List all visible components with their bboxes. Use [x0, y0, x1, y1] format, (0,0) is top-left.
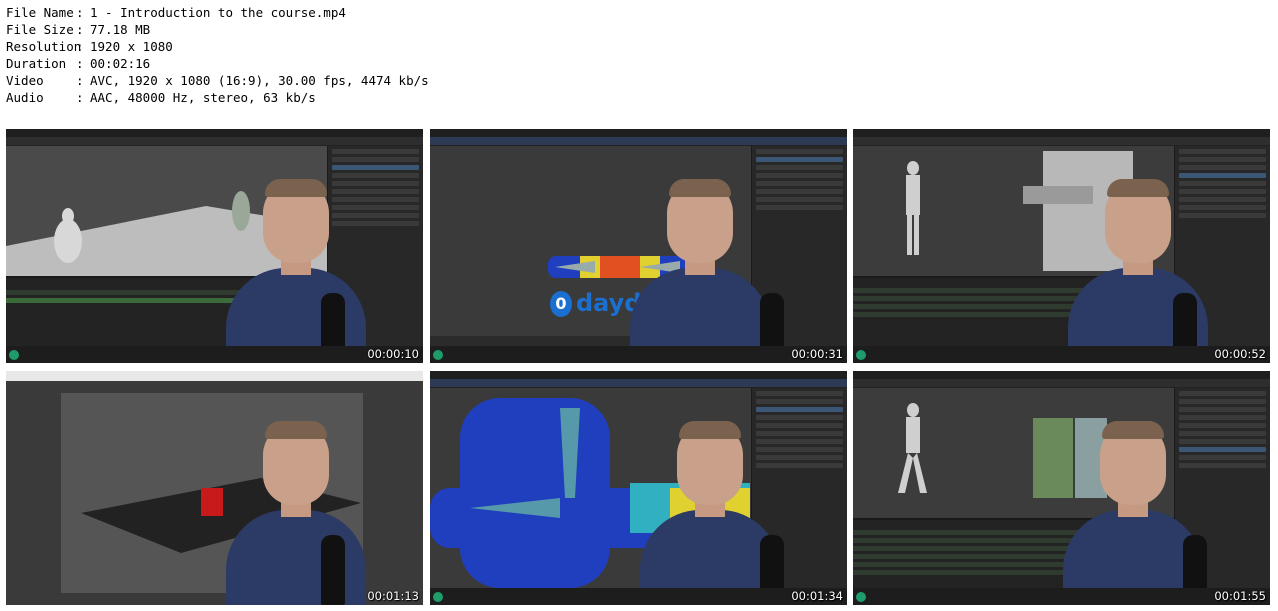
blender-menu-bar — [6, 129, 423, 137]
blender-status-bar — [430, 588, 847, 605]
blender-menu-bar — [430, 129, 847, 137]
info-value: AAC, 48000 Hz, stereo, 63 kb/s — [90, 90, 316, 105]
info-value: 00:02:16 — [90, 56, 151, 71]
microphone — [321, 535, 345, 605]
info-row-file-name: File Name:1 - Introduction to the course… — [6, 4, 429, 21]
info-separator: : — [76, 22, 84, 37]
thumbnail-timestamp: 00:01:34 — [791, 589, 843, 603]
info-row-duration: Duration:00:02:16 — [6, 55, 429, 72]
info-value: 1920 x 1080 — [90, 39, 173, 54]
info-key: Audio — [6, 90, 44, 105]
info-separator: : — [76, 5, 84, 20]
blender-header — [430, 379, 847, 388]
video-thumbnail-2[interactable]: 0daydown.com 00:00:31 — [430, 129, 847, 363]
blender-logo-icon — [9, 350, 19, 360]
thumbnail-timestamp: 00:01:55 — [1214, 589, 1266, 603]
blender-header — [853, 379, 1270, 388]
thumbnail-timestamp: 00:01:13 — [367, 589, 419, 603]
presenter — [221, 395, 371, 605]
video-thumbnail-3[interactable]: 00:00:52 — [853, 129, 1270, 363]
blender-logo-icon — [433, 350, 443, 360]
info-value: AVC, 1920 x 1080 (16:9), 30.00 fps, 4474… — [90, 73, 429, 88]
window-title-bar — [6, 371, 423, 381]
blender-logo-icon — [856, 592, 866, 602]
blender-status-bar — [6, 346, 423, 363]
blender-header — [853, 137, 1270, 146]
blender-menu-bar — [853, 371, 1270, 379]
info-row-audio: Audio: AAC, 48000 Hz, stereo, 63 kb/s — [6, 89, 429, 106]
info-value: 77.18 MB — [90, 22, 151, 37]
info-key: File Size — [6, 22, 74, 37]
info-separator: : — [76, 56, 84, 71]
info-row-resolution: Resolution:1920 x 1080 — [6, 38, 429, 55]
presenter — [625, 153, 775, 363]
blender-logo-icon — [433, 592, 443, 602]
blender-menu-bar — [853, 129, 1270, 137]
blender-status-bar — [853, 346, 1270, 363]
presenter — [221, 153, 371, 363]
info-key: Video — [6, 73, 44, 88]
info-row-video: Video: AVC, 1920 x 1080 (16:9), 30.00 fps… — [6, 72, 429, 89]
info-row-file-size: File Size:77.18 MB — [6, 21, 429, 38]
watermark-logo-icon: 0 — [550, 291, 572, 317]
info-key: Duration — [6, 56, 67, 71]
info-key: Resolution — [6, 39, 82, 54]
media-info-panel: File Name:1 - Introduction to the course… — [6, 4, 429, 106]
blender-menu-bar — [430, 371, 847, 379]
blender-status-bar — [430, 346, 847, 363]
video-thumbnail-4[interactable]: 00:01:13 — [6, 371, 423, 605]
blender-logo-icon — [856, 350, 866, 360]
blender-header — [430, 137, 847, 146]
info-separator: : — [76, 90, 84, 105]
info-separator: : — [76, 73, 84, 88]
blender-header — [6, 137, 423, 146]
blender-status-bar — [853, 588, 1270, 605]
video-thumbnail-5[interactable]: 00:01:34 — [430, 371, 847, 605]
info-separator: : — [76, 39, 84, 54]
video-thumbnail-1[interactable]: 00:00:10 — [6, 129, 423, 363]
thumbnail-timestamp: 00:00:31 — [791, 347, 843, 361]
thumbnail-timestamp: 00:00:10 — [367, 347, 419, 361]
video-thumbnail-6[interactable]: 00:01:55 — [853, 371, 1270, 605]
info-key: File Name — [6, 5, 74, 20]
info-value: 1 - Introduction to the course.mp4 — [90, 5, 346, 20]
thumbnail-timestamp: 00:00:52 — [1214, 347, 1266, 361]
